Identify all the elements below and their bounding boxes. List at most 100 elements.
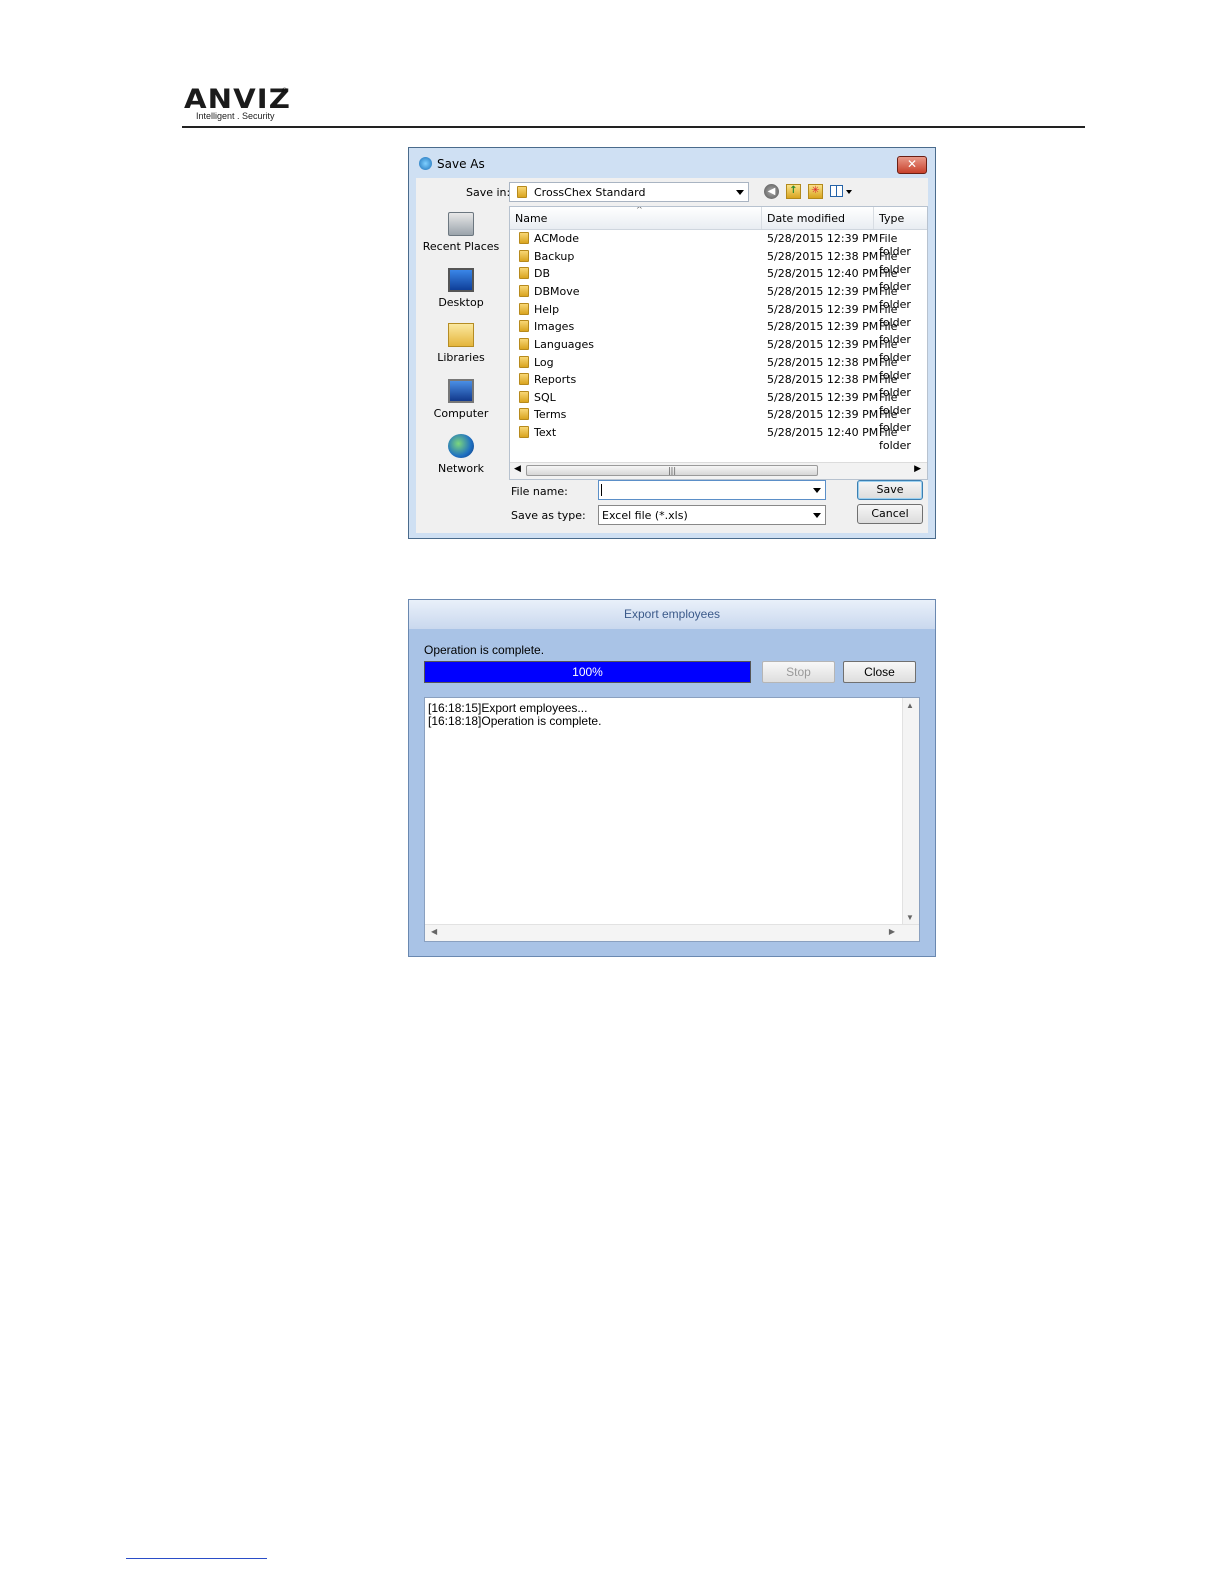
export-title: Export employees [409,600,935,629]
log-box[interactable]: [16:18:15]Export employees... [16:18:18]… [424,697,920,942]
file-name: SQL [534,391,556,404]
folder-icon [519,338,529,350]
file-row[interactable]: Images 5/28/2015 12:39 PM File folder [510,318,927,346]
file-name: DBMove [534,285,580,298]
recent-places-icon [448,212,474,236]
file-row[interactable]: Backup 5/28/2015 12:38 PM File folder [510,248,927,276]
file-name: Backup [534,250,575,263]
place-label: Recent Places [422,240,500,253]
log-line: [16:18:18]Operation is complete. [428,714,602,728]
file-row[interactable]: Help 5/28/2015 12:39 PM File folder [510,301,927,329]
new-folder-button[interactable]: ✳ [808,184,823,199]
folder-icon [519,320,529,332]
save-as-type-label: Save as type: [511,509,586,522]
place-network[interactable]: Network [420,434,502,475]
file-row[interactable]: DB 5/28/2015 12:40 PM File folder [510,265,927,293]
footer-divider [126,1558,267,1559]
horizontal-scrollbar[interactable]: ◀ ▶ [425,924,919,941]
folder-icon [519,303,529,315]
scroll-left-icon[interactable]: ◀ [514,464,521,474]
stop-button[interactable]: Stop [762,661,835,683]
file-name-input[interactable] [598,480,826,500]
file-date: 5/28/2015 12:39 PM [767,232,879,245]
column-divider[interactable] [761,207,762,229]
sort-ascending-icon: ^ [636,206,643,214]
file-date: 5/28/2015 12:40 PM [767,267,879,280]
file-date: 5/28/2015 12:38 PM [767,373,879,386]
file-name: Images [534,320,575,333]
folder-icon [519,391,529,403]
file-date: 5/28/2015 12:39 PM [767,320,879,333]
file-name: Help [534,303,560,316]
place-label: Desktop [438,296,484,309]
folder-icon [519,426,529,438]
up-folder-button[interactable]: ↑ [786,184,801,199]
folder-icon [517,186,527,198]
file-name: ACMode [534,232,579,245]
computer-icon [448,379,474,403]
horizontal-scrollbar[interactable]: ◀ ||| ▶ [510,462,927,479]
column-divider[interactable] [873,207,874,229]
vertical-scrollbar[interactable]: ▲ ▼ [902,698,919,926]
place-desktop[interactable]: Desktop [420,268,502,309]
scroll-down-icon[interactable]: ▼ [906,913,914,922]
save-in-value: CrossChex Standard [534,186,646,199]
app-icon [419,157,432,170]
save-as-type-value: Excel file (*.xls) [602,509,688,522]
chevron-down-icon[interactable] [813,488,821,493]
scroll-left-icon[interactable]: ◀ [431,927,437,936]
header-divider [182,126,1085,128]
file-row[interactable]: Terms 5/28/2015 12:39 PM File folder [510,406,927,434]
file-row[interactable]: SQL 5/28/2015 12:39 PM File folder [510,389,927,417]
scroll-up-icon[interactable]: ▲ [906,701,914,710]
folder-icon [519,408,529,420]
close-button[interactable]: Close [843,661,916,683]
place-label: Network [438,462,484,475]
scroll-right-icon[interactable]: ▶ [914,464,921,474]
logo-registered-mark: ® [282,88,288,95]
close-button[interactable]: ✕ [897,156,927,174]
file-list: ^ Name Date modified Type ACMode 5/28/201… [509,206,928,480]
file-name: Languages [534,338,595,351]
folder-icon [519,232,529,244]
place-recent-places[interactable]: Recent Places [420,212,502,253]
column-name[interactable]: Name [515,212,547,225]
file-name-label: File name: [511,485,568,498]
status-text: Operation is complete. [424,643,545,657]
place-label: Libraries [437,351,485,364]
place-libraries[interactable]: Libraries [420,323,502,364]
text-cursor [601,484,602,496]
cancel-button[interactable]: Cancel [857,504,923,524]
chevron-down-icon [736,190,744,195]
file-name: Reports [534,373,577,386]
file-date: 5/28/2015 12:39 PM [767,408,879,421]
scrollbar-thumb[interactable]: ||| [526,465,818,476]
file-name: Log [534,356,554,369]
place-label: Computer [433,407,489,420]
save-as-type-select[interactable]: Excel file (*.xls) [598,505,826,525]
file-date: 5/28/2015 12:39 PM [767,338,879,351]
file-row[interactable]: Languages 5/28/2015 12:39 PM File folder [510,336,927,364]
file-row[interactable]: Log 5/28/2015 12:38 PM File folder [510,354,927,382]
logo-wordmark: ANVIZ [184,84,291,115]
file-name: DB [534,267,551,280]
place-computer[interactable]: Computer [420,379,502,420]
scroll-right-icon[interactable]: ▶ [889,927,895,936]
back-button[interactable]: ◀ [764,184,779,199]
file-row[interactable]: ACMode 5/28/2015 12:39 PM File folder [510,230,927,258]
save-as-dialog: Save As ✕ Save in: CrossChex Standard ◀ … [408,147,936,539]
column-type[interactable]: Type [879,212,904,225]
column-date-modified[interactable]: Date modified [767,212,845,225]
file-row[interactable]: DBMove 5/28/2015 12:39 PM File folder [510,283,927,311]
file-date: 5/28/2015 12:39 PM [767,285,879,298]
view-menu-button[interactable] [830,184,854,199]
file-date: 5/28/2015 12:38 PM [767,250,879,263]
save-button[interactable]: Save [857,480,923,500]
file-row[interactable]: Text 5/28/2015 12:40 PM File folder [510,424,927,452]
save-in-dropdown[interactable]: CrossChex Standard [509,182,749,202]
file-date: 5/28/2015 12:40 PM [767,426,879,439]
file-type: File folder [879,426,911,452]
file-row[interactable]: Reports 5/28/2015 12:38 PM File folder [510,371,927,399]
file-date: 5/28/2015 12:39 PM [767,303,879,316]
folder-icon [519,285,529,297]
